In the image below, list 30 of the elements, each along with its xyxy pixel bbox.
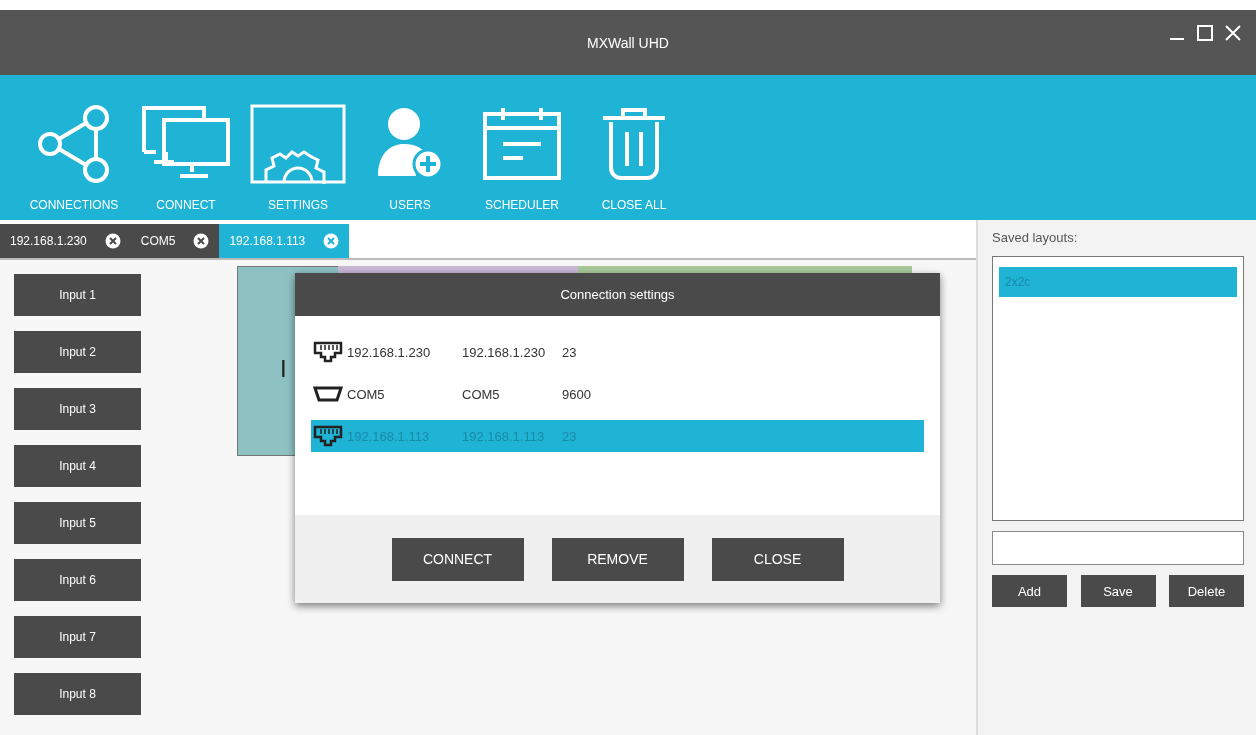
close-icon[interactable] [193, 233, 210, 249]
network-port-icon [313, 341, 343, 363]
layout-button[interactable]: Save [1080, 575, 1156, 607]
input-button[interactable]: Input 6 [14, 559, 141, 601]
maximize-icon[interactable] [1196, 24, 1214, 42]
input-button[interactable]: Input 5 [14, 502, 141, 544]
dialog-button[interactable]: CLOSE [711, 537, 844, 581]
connection-tab[interactable]: 192.168.1.230 [0, 224, 131, 258]
close-icon[interactable] [104, 233, 121, 249]
window-title: MXWall UHD [587, 34, 669, 51]
layout-name-field[interactable] [992, 531, 1244, 565]
input-button[interactable]: Input 1 [14, 274, 141, 316]
network-port-icon [313, 425, 343, 447]
layout-button[interactable]: Add [992, 575, 1067, 607]
dialog-button[interactable]: REMOVE [551, 537, 684, 581]
input-button[interactable]: Input 4 [14, 445, 141, 487]
input-button[interactable]: Input 7 [14, 616, 141, 658]
gear-screen-icon [248, 104, 348, 184]
input-button[interactable]: Input 2 [14, 331, 141, 373]
dialog-button[interactable]: CONNECT [391, 537, 524, 581]
connection-tab[interactable]: COM5 [130, 224, 220, 258]
saved-layouts-label: Saved layouts: [992, 230, 1079, 247]
input-button[interactable]: Input 8 [14, 673, 141, 715]
close-icon[interactable] [1224, 24, 1242, 42]
connection-row[interactable]: COM5 COM5 9600 [311, 378, 924, 410]
window-label: I [280, 355, 287, 383]
layout-button[interactable]: Delete [1169, 575, 1244, 607]
connection-row[interactable]: 192.168.1.230 192.168.1.230 23 [311, 336, 924, 368]
dialog-title: Connection settings [295, 273, 940, 316]
input-button[interactable]: Input 3 [14, 388, 141, 430]
